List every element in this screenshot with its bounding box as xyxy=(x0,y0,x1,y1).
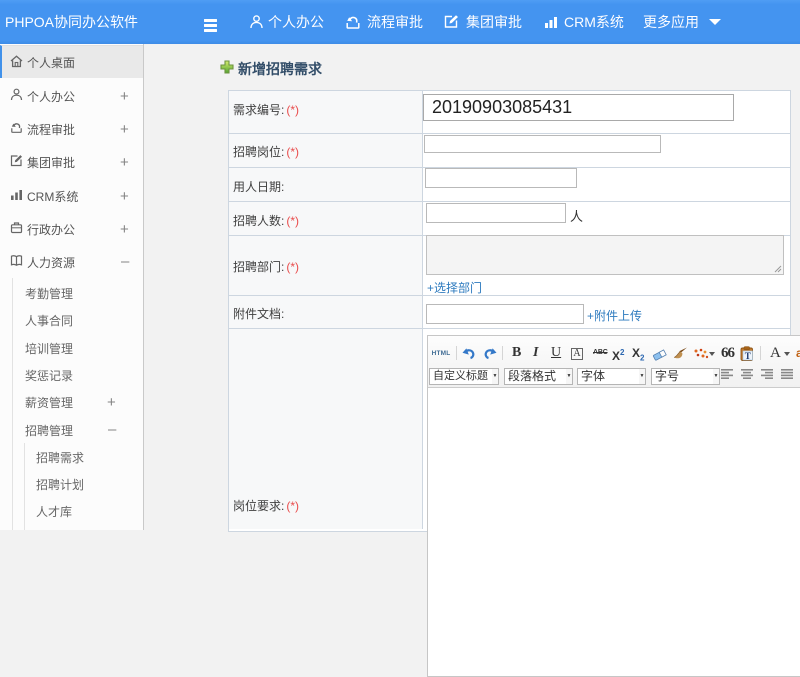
svg-text:T: T xyxy=(745,351,751,361)
